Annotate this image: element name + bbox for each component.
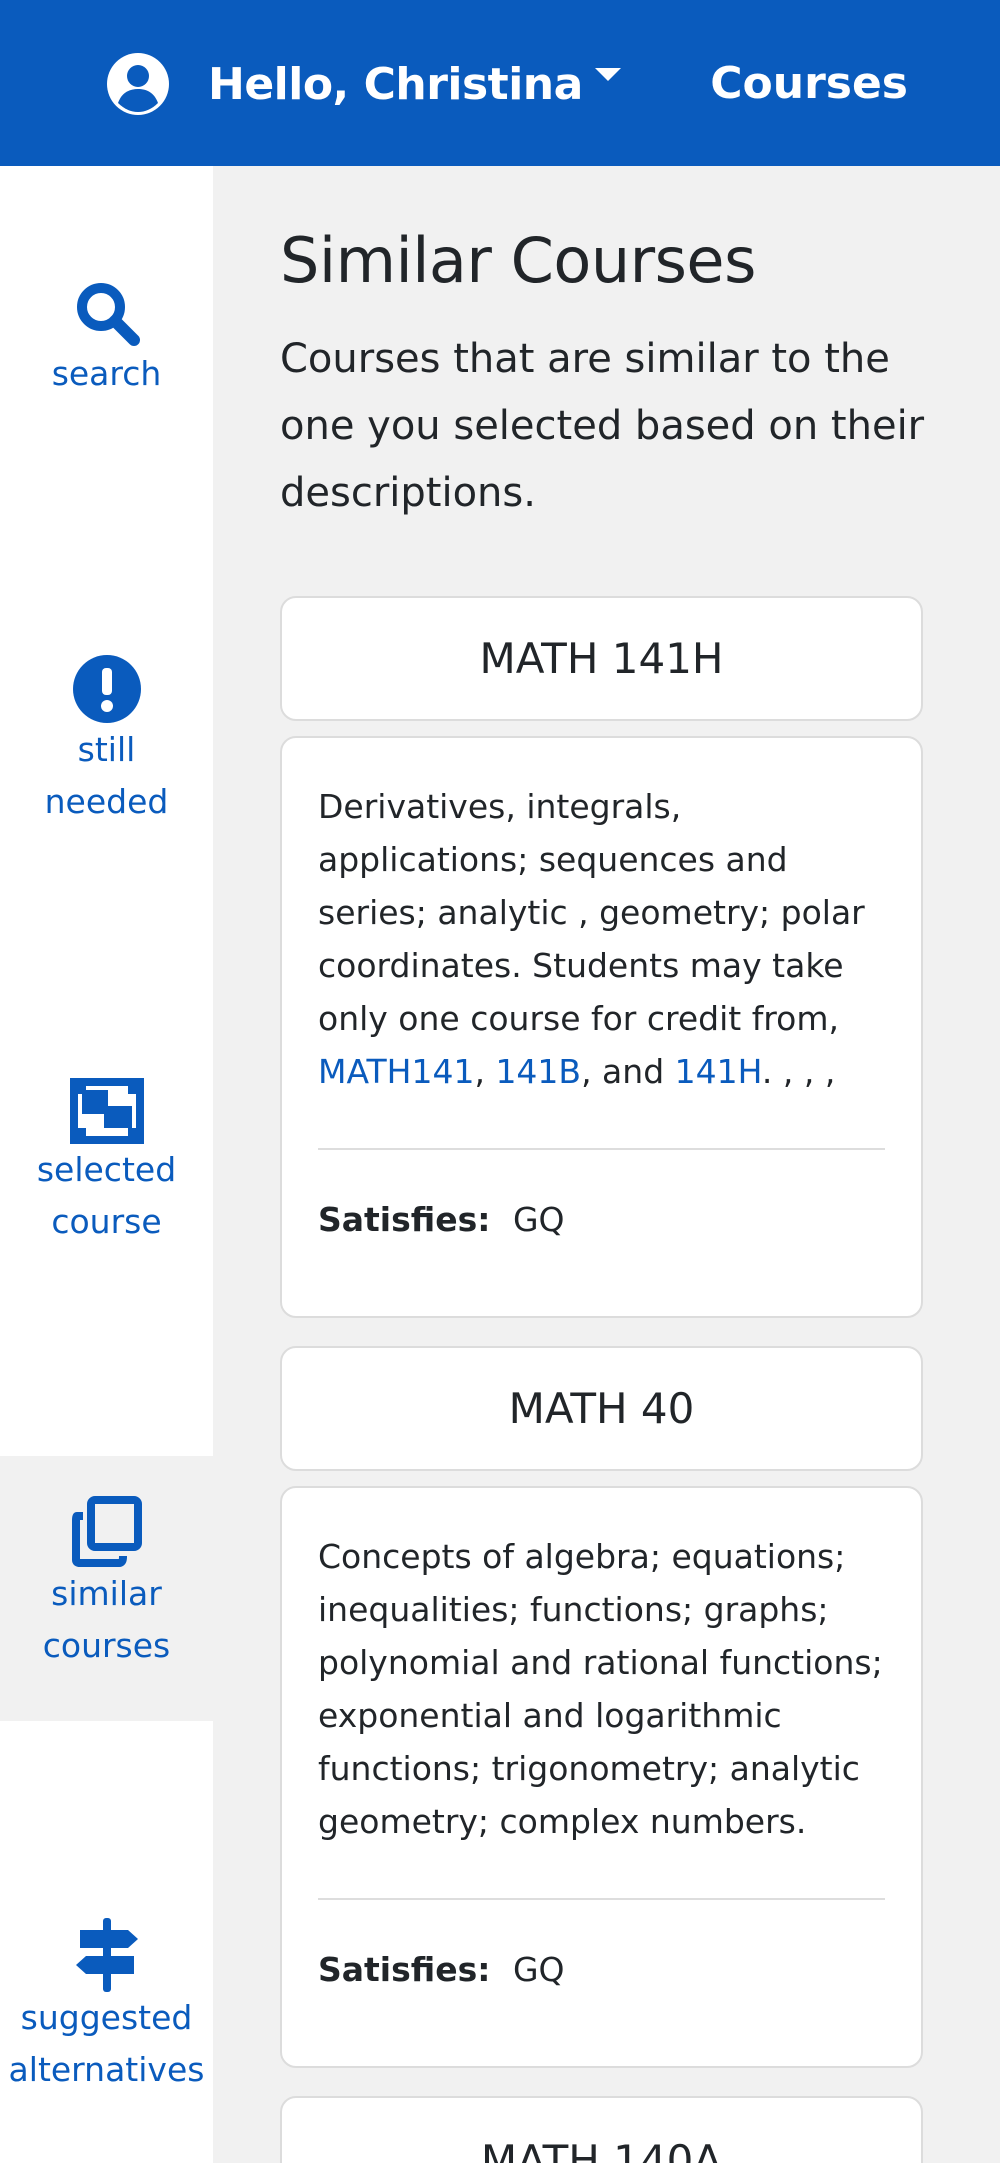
user-menu-toggle[interactable]: Hello, Christina: [106, 52, 621, 116]
link-trailing-text: . , , ,: [761, 1052, 836, 1091]
link-separator: ,: [474, 1052, 496, 1091]
top-navbar: Hello, Christina Courses: [0, 0, 1000, 166]
user-circle-icon: [107, 53, 169, 115]
course-link-141b[interactable]: 141B: [495, 1052, 581, 1091]
course-link-141h[interactable]: 141H: [675, 1052, 762, 1091]
course-card-header[interactable]: MATH 140A: [280, 2096, 923, 2163]
exclamation-circle-icon: [72, 655, 141, 723]
search-icon: [76, 283, 140, 346]
card-divider: [318, 1898, 885, 1900]
sidebar-item-label: needed: [44, 782, 169, 821]
caret-down-icon: [594, 67, 621, 81]
course-card-header[interactable]: MATH 40: [280, 1346, 923, 1471]
link-separator: , and: [581, 1052, 675, 1091]
course-link-math141[interactable]: MATH141: [318, 1052, 474, 1091]
satisfies-row: Satisfies: GQ: [318, 1200, 885, 1239]
sidebar-item-label: still: [77, 730, 136, 769]
description-line: only one course for credit from,: [318, 999, 839, 1038]
course-card-body: Derivatives, integrals, applications; se…: [280, 736, 923, 1318]
sidebar-item-label: similar: [51, 1574, 162, 1613]
sidebar-nav: search still needed selected course simi…: [0, 166, 213, 2163]
course-card-header[interactable]: MATH 141H: [280, 596, 923, 721]
user-greeting: Hello, Christina: [208, 58, 583, 110]
copy-icon: [71, 1496, 142, 1567]
page-description: Courses that are similar to the one you …: [280, 336, 925, 516]
description-line: applications; sequences and: [318, 840, 788, 879]
signpost-icon: [75, 1918, 138, 1992]
sidebar-item-label: search: [51, 354, 162, 393]
satisfies-row: Satisfies: GQ: [318, 1950, 885, 1989]
course-card-body: Concepts of algebra; equations; inequali…: [280, 1486, 923, 2068]
sidebar-item-label: courses: [42, 1626, 171, 1665]
page-title: Similar Courses: [280, 224, 756, 297]
satisfies-value: GQ: [512, 1950, 565, 1989]
card-divider: [318, 1148, 885, 1150]
sidebar-item-label: course: [51, 1202, 162, 1241]
description-line: geometry; complex numbers.: [318, 1802, 807, 1841]
satisfies-label: Satisfies:: [318, 1200, 491, 1239]
course-description: Concepts of algebra; equations; inequali…: [318, 1530, 885, 1848]
courses-nav-link[interactable]: Courses: [710, 58, 908, 109]
sidebar-item-search[interactable]: search: [0, 278, 213, 478]
sidebar-item-label: alternatives: [8, 2050, 205, 2089]
description-line: Concepts of algebra; equations;: [318, 1537, 846, 1576]
main-content: Similar Courses Courses that are similar…: [213, 166, 1000, 2163]
description-line: inequalities; functions; graphs;: [318, 1590, 829, 1629]
sidebar-item-still-needed[interactable]: still needed: [0, 654, 213, 834]
description-line: series; analytic , geometry; polar: [318, 893, 865, 932]
sidebar-item-selected-course[interactable]: selected course: [0, 1078, 213, 1258]
description-line: Derivatives, integrals,: [318, 787, 682, 826]
sidebar-item-similar-courses[interactable]: similar courses: [0, 1456, 213, 1721]
description-line: functions; trigonometry; analytic: [318, 1749, 860, 1788]
description-line: exponential and logarithmic: [318, 1696, 782, 1735]
satisfies-value: GQ: [512, 1200, 565, 1239]
sidebar-item-label: suggested: [20, 1998, 193, 2037]
satisfies-label: Satisfies:: [318, 1950, 491, 1989]
selected-course-icon: [69, 1078, 144, 1144]
description-line: polynomial and rational functions;: [318, 1643, 883, 1682]
course-description: Derivatives, integrals, applications; se…: [318, 780, 885, 1098]
description-links-line: MATH141, 141B, and 141H. , , ,: [318, 1045, 885, 1098]
sidebar-item-suggested-alternatives[interactable]: suggested alternatives: [0, 1918, 213, 2098]
description-line: coordinates. Students may take: [318, 946, 844, 985]
sidebar-item-label: selected: [36, 1150, 177, 1189]
